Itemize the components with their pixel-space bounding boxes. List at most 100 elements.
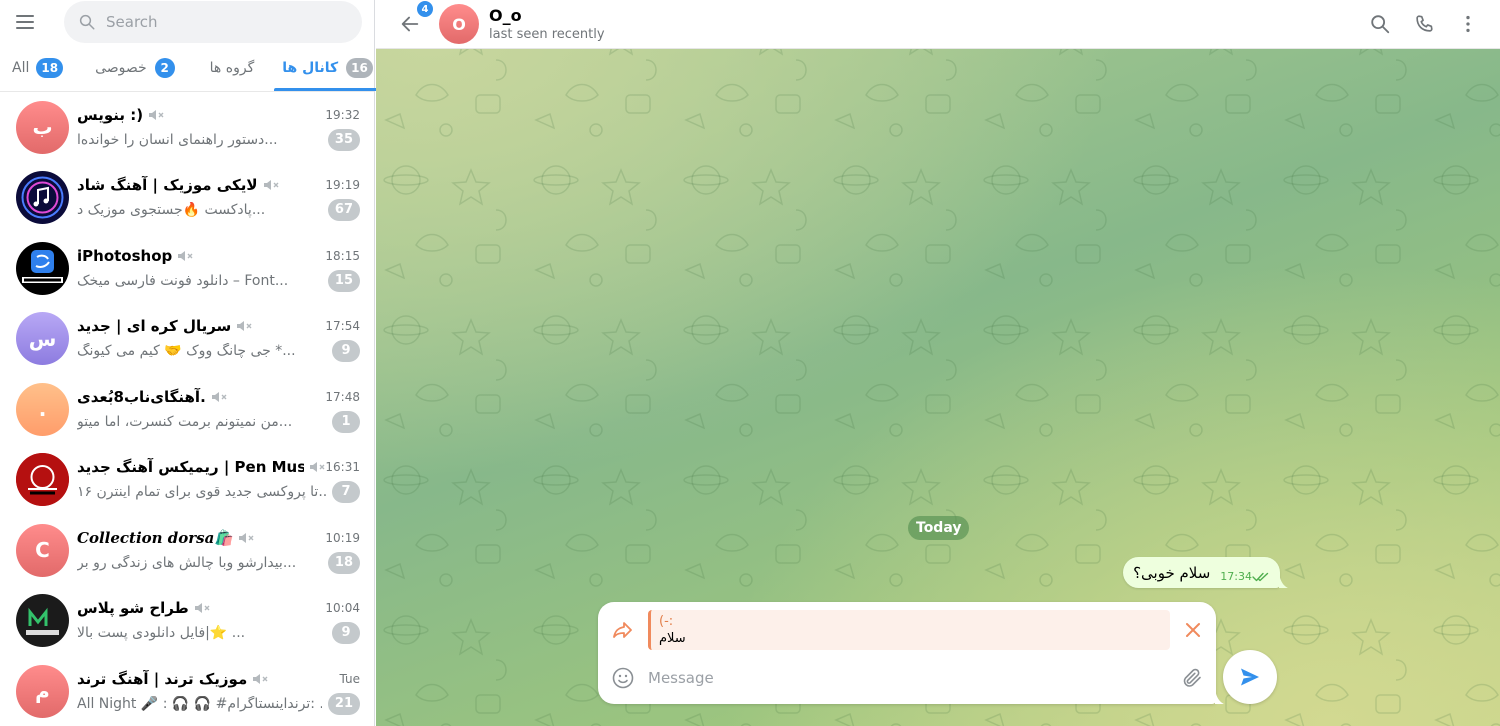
search-input[interactable] xyxy=(106,13,348,31)
mute-icon xyxy=(239,532,254,543)
chat-name: بنویس :) xyxy=(77,105,144,124)
unread-badge: 1 xyxy=(332,410,360,433)
tab-label: All xyxy=(12,59,30,76)
unread-badge: 18 xyxy=(327,551,360,574)
message-composer: :-) سلام xyxy=(598,602,1224,704)
tab-badge: 16 xyxy=(346,57,373,78)
avatar xyxy=(16,241,69,295)
send-icon xyxy=(1241,668,1259,686)
chat-list-item[interactable]: س سریال کره ای | جدید 17:54 جی چانگ ووک … xyxy=(0,304,374,375)
chat-preview: دانلود فونت فارسی میخک – Font... xyxy=(77,272,289,289)
unread-count-badge: 4 xyxy=(416,0,434,18)
menu-icon[interactable] xyxy=(16,6,48,38)
sidebar: All 18 خصوصی 2 گروه ها کانال ها 16 ب بنو… xyxy=(0,0,381,726)
back-button[interactable]: 4 xyxy=(396,0,434,38)
avatar xyxy=(16,453,69,507)
tab-groups[interactable]: گروه ها xyxy=(202,44,263,91)
composer-tail xyxy=(1215,688,1224,704)
peer-status: last seen recently xyxy=(489,26,605,42)
chat-time: 10:19 xyxy=(325,530,360,545)
emoji-button[interactable] xyxy=(598,666,648,690)
avatar: م xyxy=(16,664,69,718)
mehrab-logo-icon xyxy=(26,607,59,636)
peer-avatar[interactable]: O xyxy=(439,4,479,44)
reply-box[interactable]: :-) سلام xyxy=(648,610,1170,650)
message-input[interactable] xyxy=(648,669,1170,687)
chat-list-item[interactable]: iPhotoshop 18:15 دانلود فونت فارسی میخک … xyxy=(0,233,374,304)
cancel-reply-button[interactable] xyxy=(1170,621,1216,639)
back-arrow-icon xyxy=(401,16,419,32)
chat-list-item[interactable]: لایکی موزیک | آهنگ شاد 19:19 پادکست 🔥جست… xyxy=(0,163,374,234)
chat-time: 18:15 xyxy=(325,248,360,263)
tab-badge: 18 xyxy=(36,57,64,78)
attach-button[interactable] xyxy=(1170,666,1216,690)
unread-badge: 21 xyxy=(327,692,360,715)
chat-name: iPhotoshop xyxy=(77,246,173,265)
chat-list-item[interactable]: . آهنگای‌ناب8بُعدی. 17:48 من نمیتونم برم… xyxy=(0,374,374,445)
mute-icon xyxy=(253,673,268,684)
tab-badge: 2 xyxy=(154,57,175,78)
mute-icon xyxy=(178,250,193,261)
message-meta: 17:34 xyxy=(1220,570,1270,583)
forward-button[interactable] xyxy=(598,618,648,642)
more-menu-button[interactable] xyxy=(1448,4,1488,44)
chat-list-item[interactable]: ریمیکس آهنگ جدید | Pen Musix 16:31 ۱۶ تا… xyxy=(0,445,374,516)
search-icon xyxy=(1371,15,1390,34)
chat-name: ریمیکس آهنگ جدید | Pen Musix xyxy=(77,458,305,477)
chat-name: سریال کره ای | جدید xyxy=(77,317,232,336)
tab-label: گروه ها xyxy=(209,59,255,76)
tab-channels[interactable]: کانال ها 16 xyxy=(274,44,381,91)
bubble-tail xyxy=(1279,572,1288,588)
unread-badge: 35 xyxy=(327,128,360,151)
chat-list-item[interactable]: طراح شو پلاس 10:04 فایل دانلودی پست بالا… xyxy=(0,586,374,657)
chat-preview: ۱۶ تا پروکسی جدید قوی برای تمام اینترن..… xyxy=(77,484,326,501)
unread-badge: 9 xyxy=(332,340,360,363)
chat-name: Collection dorsa🛍️ xyxy=(77,528,234,547)
chat-time: 19:19 xyxy=(325,178,360,193)
peer-name: O_o xyxy=(489,5,522,25)
folder-tabs: All 18 خصوصی 2 گروه ها کانال ها 16 xyxy=(0,44,381,92)
chat-list: ب بنویس :) 19:32 دستور راهنمای انسان را … xyxy=(0,92,374,726)
pen-musix-logo-icon xyxy=(16,453,69,507)
chat-time: 17:48 xyxy=(325,389,360,404)
mute-icon xyxy=(237,321,252,332)
chat-preview: بیدارشو وبا چالش های زندگی رو بر... xyxy=(77,554,297,571)
search-in-chat-button[interactable] xyxy=(1360,4,1400,44)
emoji-icon xyxy=(612,667,634,689)
chat-preview: فایل دانلودی پست بالا|⭐ ... xyxy=(77,625,246,642)
tab-label: خصوصی xyxy=(95,59,147,76)
message-time: 17:34 xyxy=(1220,570,1252,583)
mute-icon xyxy=(310,462,325,473)
message-text: سلام خوبی؟ xyxy=(1133,563,1211,582)
avatar xyxy=(16,171,69,225)
tab-label: کانال ها xyxy=(282,59,339,76)
mute-icon xyxy=(194,603,210,614)
avatar: . xyxy=(16,382,69,436)
tab-private[interactable]: خصوصی 2 xyxy=(87,44,190,91)
mute-icon xyxy=(211,391,227,402)
chat-preview: من نمیتونم برمت کنسرت، اما میتو... xyxy=(77,413,293,430)
chat-area: 4 O O_o last seen recently Today سلام خو… xyxy=(376,0,1500,726)
double-check-icon xyxy=(1252,572,1269,581)
chat-list-item[interactable]: C Collection dorsa🛍️ 10:19 بیدارشو وبا چ… xyxy=(0,515,374,586)
unread-badge: 67 xyxy=(327,199,360,222)
paperclip-icon xyxy=(1183,668,1201,687)
chat-list-item[interactable]: ب بنویس :) 19:32 دستور راهنمای انسان را … xyxy=(0,92,374,163)
mute-icon xyxy=(149,109,164,120)
chat-time: Tue xyxy=(339,671,361,686)
chat-list-item[interactable]: م موزیک ترند | آهنگ ترند Tue All Night 🎤… xyxy=(0,656,374,726)
tab-all[interactable]: All 18 xyxy=(4,44,71,91)
chat-time: 17:54 xyxy=(325,319,360,334)
peer-info[interactable]: O_o last seen recently xyxy=(489,6,1356,43)
avatar: س xyxy=(16,312,69,366)
avatar: C xyxy=(16,523,69,577)
chat-header: 4 O O_o last seen recently xyxy=(376,0,1500,49)
unread-badge: 15 xyxy=(327,269,360,292)
call-button[interactable] xyxy=(1404,4,1444,44)
music-logo-icon xyxy=(21,176,64,219)
iphotoshop-logo-icon xyxy=(22,249,63,283)
send-button[interactable] xyxy=(1223,650,1277,704)
search-box[interactable] xyxy=(64,1,362,43)
outgoing-message[interactable]: سلام خوبی؟ 17:34 xyxy=(1123,557,1288,588)
chat-preview: پادکست 🔥جستجوی موزیک د... xyxy=(77,202,266,219)
